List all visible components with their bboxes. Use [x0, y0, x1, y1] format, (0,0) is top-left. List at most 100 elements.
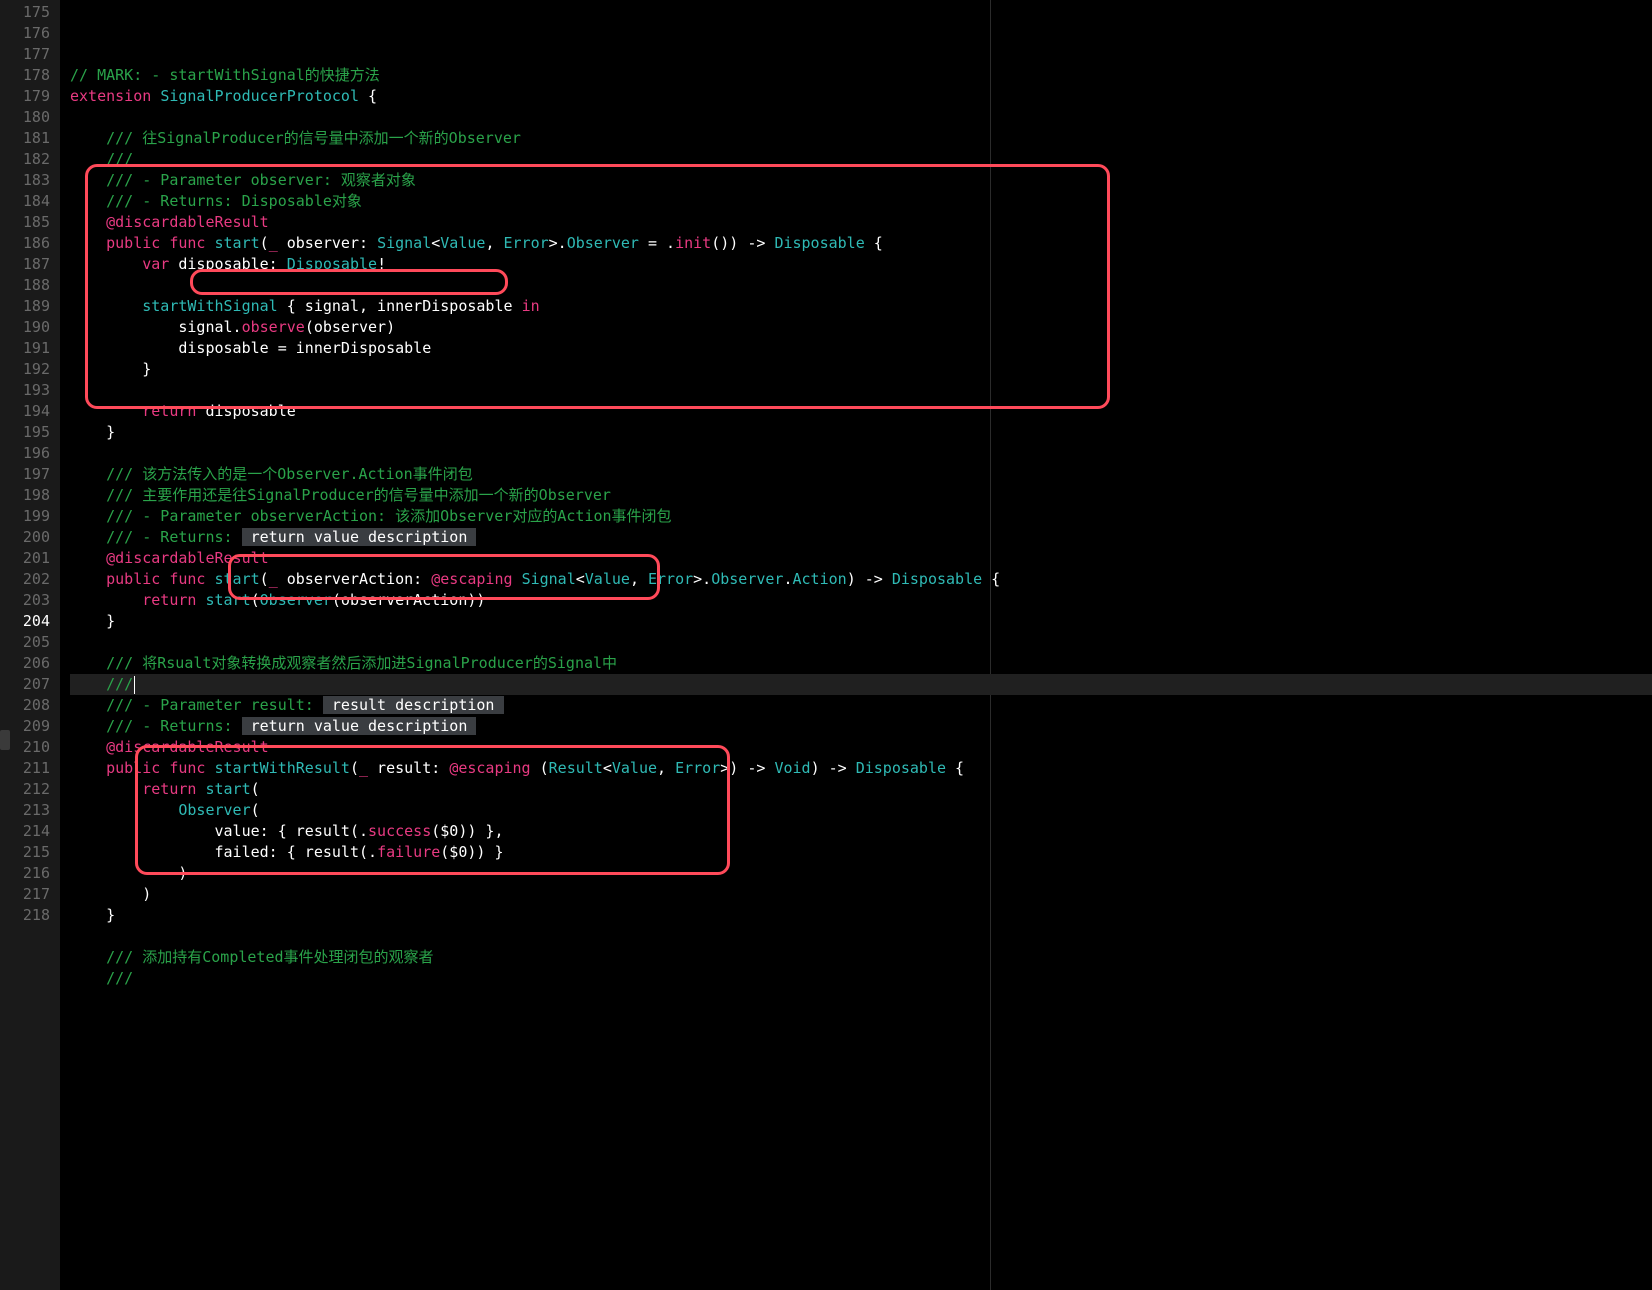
code-token: }: [142, 360, 151, 378]
code-line[interactable]: ): [70, 884, 1652, 905]
code-token: (observerAction)): [332, 591, 486, 609]
code-line[interactable]: }: [70, 422, 1652, 443]
code-token: Disposable: [892, 570, 982, 588]
code-line[interactable]: @discardableResult: [70, 737, 1652, 758]
code-token: {: [865, 234, 883, 252]
code-line[interactable]: failed: { result(.failure($0)) }: [70, 842, 1652, 863]
code-token: /// 添加持有Completed事件处理闭包的观察者: [106, 948, 433, 966]
code-line[interactable]: }: [70, 611, 1652, 632]
line-number: 181: [10, 128, 50, 149]
code-line[interactable]: @discardableResult: [70, 548, 1652, 569]
code-token: /// 往SignalProducer的信号量中添加一个新的Observer: [106, 129, 521, 147]
line-number: 211: [10, 758, 50, 779]
code-token: [205, 570, 214, 588]
code-line[interactable]: startWithSignal { signal, innerDisposabl…: [70, 296, 1652, 317]
line-number: 191: [10, 338, 50, 359]
code-line[interactable]: ///: [70, 968, 1652, 989]
line-number: 178: [10, 65, 50, 86]
code-token: Error: [504, 234, 549, 252]
code-line[interactable]: /// 将Rsualt对象转换成观察者然后添加进SignalProducer的S…: [70, 653, 1652, 674]
line-number: 188: [10, 275, 50, 296]
code-line[interactable]: ): [70, 863, 1652, 884]
code-token: @discardableResult: [106, 738, 269, 756]
code-line[interactable]: /// - Returns: return value description: [70, 527, 1652, 548]
code-line[interactable]: /// 该方法传入的是一个Observer.Action事件闭包: [70, 464, 1652, 485]
code-line[interactable]: return disposable: [70, 401, 1652, 422]
code-token: failed: { result(.: [215, 843, 378, 861]
code-line[interactable]: /// 主要作用还是往SignalProducer的信号量中添加一个新的Obse…: [70, 485, 1652, 506]
code-line[interactable]: /// 往SignalProducer的信号量中添加一个新的Observer: [70, 128, 1652, 149]
code-area[interactable]: // MARK: - startWithSignal的快捷方法 extension…: [60, 0, 1652, 1290]
code-line[interactable]: signal.observe(observer): [70, 317, 1652, 338]
code-line[interactable]: return start(Observer(observerAction)): [70, 590, 1652, 611]
code-line[interactable]: [70, 107, 1652, 128]
line-number: 218: [10, 905, 50, 926]
code-token: public: [106, 234, 160, 252]
code-token: ) ->: [811, 759, 856, 777]
code-line[interactable]: /// - Parameter result: result descripti…: [70, 695, 1652, 716]
code-token: >.: [693, 570, 711, 588]
code-token: Disposable: [287, 255, 377, 273]
line-number: 200: [10, 527, 50, 548]
code-token: ) ->: [847, 570, 892, 588]
code-line[interactable]: [70, 380, 1652, 401]
line-number: 184: [10, 191, 50, 212]
code-token: ///: [106, 150, 133, 168]
code-token: .: [783, 570, 792, 588]
line-number: 203: [10, 590, 50, 611]
code-line[interactable]: ///: [70, 674, 1652, 695]
code-line[interactable]: [70, 926, 1652, 947]
code-token: /// - Returns:: [106, 717, 241, 735]
code-token: (: [251, 801, 260, 819]
code-line[interactable]: disposable = innerDisposable: [70, 338, 1652, 359]
code-token: >) ->: [720, 759, 774, 777]
code-token: @discardableResult: [106, 213, 269, 231]
code-line[interactable]: [70, 443, 1652, 464]
code-line[interactable]: /// 添加持有Completed事件处理闭包的观察者: [70, 947, 1652, 968]
code-line[interactable]: /// - Parameter observer: 观察者对象: [70, 170, 1652, 191]
code-token: (: [251, 780, 260, 798]
code-line[interactable]: @discardableResult: [70, 212, 1652, 233]
code-line[interactable]: extension SignalProducerProtocol {: [70, 86, 1652, 107]
code-line[interactable]: /// - Parameter observerAction: 该添加Obser…: [70, 506, 1652, 527]
line-number-gutter: 1751761771781791801811821831841851861871…: [10, 0, 60, 1290]
code-line[interactable]: var disposable: Disposable!: [70, 254, 1652, 275]
code-line[interactable]: /// - Returns: return value description: [70, 716, 1652, 737]
code-line[interactable]: // MARK: - startWithSignal的快捷方法: [70, 65, 1652, 86]
line-number: 206: [10, 653, 50, 674]
line-number: 183: [10, 170, 50, 191]
code-token: /// - Returns:: [106, 528, 241, 546]
code-line[interactable]: return start(: [70, 779, 1652, 800]
code-token: {: [946, 759, 964, 777]
code-editor[interactable]: 1751761771781791801811821831841851861871…: [0, 0, 1652, 1290]
code-line[interactable]: public func start(_ observerAction: @esc…: [70, 569, 1652, 590]
code-line[interactable]: }: [70, 359, 1652, 380]
code-token: }: [106, 612, 115, 630]
code-token: @escaping: [449, 759, 530, 777]
line-number: 196: [10, 443, 50, 464]
line-number: 179: [10, 86, 50, 107]
code-token: disposable: [196, 402, 295, 420]
code-line[interactable]: public func startWithResult(_ result: @e…: [70, 758, 1652, 779]
code-token: return: [142, 780, 196, 798]
code-line[interactable]: [70, 275, 1652, 296]
code-token: value: { result(.: [215, 822, 369, 840]
code-line[interactable]: value: { result(.success($0)) },: [70, 821, 1652, 842]
code-token: // MARK: - startWithSignal的快捷方法: [70, 66, 380, 84]
code-token: success: [368, 822, 431, 840]
code-token: in: [522, 297, 540, 315]
code-line[interactable]: /// - Returns: Disposable对象: [70, 191, 1652, 212]
code-token: observe: [242, 318, 305, 336]
code-line[interactable]: [70, 632, 1652, 653]
code-token: func: [169, 759, 205, 777]
code-token: Observer: [711, 570, 783, 588]
code-token: public: [106, 759, 160, 777]
code-line[interactable]: public func start(_ observer: Signal<Val…: [70, 233, 1652, 254]
code-line[interactable]: ///: [70, 149, 1652, 170]
code-line[interactable]: }: [70, 905, 1652, 926]
left-strip: [0, 0, 10, 1290]
line-number: 186: [10, 233, 50, 254]
code-line[interactable]: Observer(: [70, 800, 1652, 821]
code-token: func: [169, 234, 205, 252]
code-token: Void: [774, 759, 810, 777]
